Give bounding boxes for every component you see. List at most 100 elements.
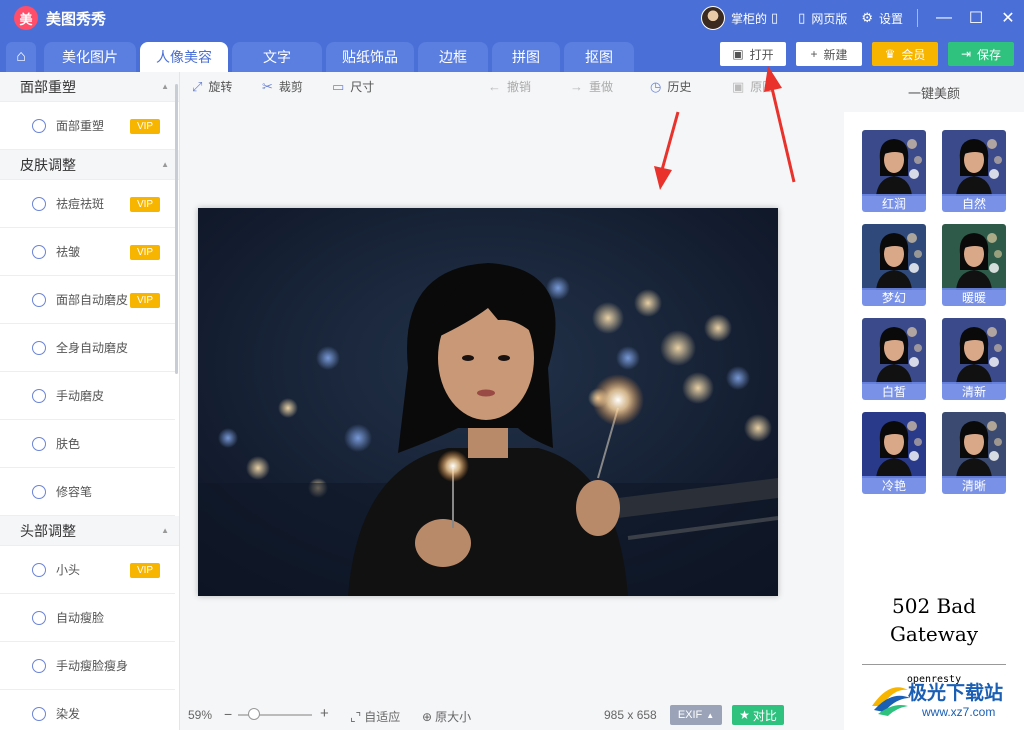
vip-badge: VIP xyxy=(130,293,160,308)
site-watermark: 极光下载站 www.xz7.com xyxy=(868,672,1018,724)
new-button[interactable]: + 新建 xyxy=(796,42,862,66)
sidebar-item-body-smooth[interactable]: 全身自动磨皮 xyxy=(0,324,175,372)
preset-label[interactable]: 冷艳 xyxy=(862,476,926,494)
close-button[interactable]: ✕ xyxy=(992,0,1024,36)
sidebar-item-acne[interactable]: 祛痘祛斑 VIP xyxy=(0,180,175,228)
preset-rosy[interactable]: 红润 xyxy=(862,130,926,212)
divider xyxy=(917,9,918,27)
preset-thumbnail xyxy=(942,412,1006,478)
sidebar-item-manual-slim[interactable]: 手动瘦脸瘦身 xyxy=(0,642,175,690)
tab-collage[interactable]: 拼图 xyxy=(492,42,560,72)
error-message: 502 Bad Gateway xyxy=(889,594,979,646)
preset-dreamy[interactable]: 梦幻 xyxy=(862,224,926,306)
sidebar-scrollbar[interactable] xyxy=(175,84,178,374)
redo-icon: → xyxy=(570,79,583,94)
sidebar-item-manual-smooth[interactable]: 手动磨皮 xyxy=(0,372,175,420)
brush-icon xyxy=(32,484,46,499)
image-icon: ▣ xyxy=(732,47,744,61)
sidebar-item-skin-tone[interactable]: 肤色 xyxy=(0,420,175,468)
compare-button[interactable]: ★ 对比 xyxy=(732,705,784,725)
sidebar-item-wrinkle[interactable]: 祛皱 VIP xyxy=(0,228,175,276)
vip-badge: VIP xyxy=(130,119,160,134)
preset-thumbnail xyxy=(862,318,926,384)
preset-label[interactable]: 梦幻 xyxy=(862,288,926,306)
sidebar-item-auto-slim-face[interactable]: 自动瘦脸 xyxy=(0,594,175,642)
tab-text[interactable]: 文字 xyxy=(232,42,322,72)
redo-button[interactable]: → 重做 xyxy=(570,78,613,95)
avatar[interactable] xyxy=(700,6,725,30)
preset-cool[interactable]: 冷艳 xyxy=(862,412,926,494)
original-size-button[interactable]: ⊕ 原大小 xyxy=(422,708,471,725)
palette-icon xyxy=(32,436,46,451)
crown-icon: ♛ xyxy=(884,47,896,61)
section-face-reshape[interactable]: 面部重塑 ▲ xyxy=(0,72,179,102)
collapse-icon[interactable]: ▲ xyxy=(161,160,169,169)
preset-label[interactable]: 暖暖 xyxy=(942,288,1006,306)
portrait-photo xyxy=(198,208,778,596)
zoom-slider-thumb[interactable] xyxy=(248,708,260,720)
skin-icon xyxy=(32,388,46,403)
sidebar-item-small-head[interactable]: 小头 VIP xyxy=(0,546,175,594)
vip-badge: VIP xyxy=(130,197,160,212)
tab-stickers[interactable]: 贴纸饰品 xyxy=(326,42,414,72)
maximize-button[interactable]: ☐ xyxy=(960,0,992,36)
face-icon xyxy=(32,244,46,259)
face-slim-icon xyxy=(32,658,46,673)
clock-icon: ◷ xyxy=(650,78,662,94)
vip-badge: VIP xyxy=(130,563,160,578)
minimize-button[interactable]: — xyxy=(928,0,960,36)
tab-borders[interactable]: 边框 xyxy=(418,42,488,72)
image-dimensions: 985 x 658 xyxy=(604,708,657,722)
user-menu-icon[interactable]: ▯ xyxy=(771,10,778,26)
web-version-link[interactable]: ▯ 网页版 xyxy=(798,10,847,27)
preset-thumbnail xyxy=(942,130,1006,196)
face-icon xyxy=(32,118,46,133)
save-button[interactable]: ⇥ 保存 xyxy=(948,42,1014,66)
settings-button[interactable]: ⚙ 设置 xyxy=(861,10,903,27)
zoom-out-button[interactable]: − xyxy=(224,706,232,722)
skin-icon xyxy=(32,292,46,307)
tab-beautify[interactable]: 美化图片 xyxy=(44,42,136,72)
preset-thumbnail xyxy=(942,318,1006,384)
sidebar-item-face-reshape[interactable]: 面部重塑 VIP xyxy=(0,102,175,150)
preset-fresh[interactable]: 清新 xyxy=(942,318,1006,400)
sidebar-item-hair-dye[interactable]: 染发 xyxy=(0,690,175,730)
panel-title: 一键美颜 xyxy=(844,72,1024,112)
crop-button[interactable]: ✂ 裁剪 xyxy=(262,78,303,95)
sidebar-item-contour-pen[interactable]: 修容笔 xyxy=(0,468,175,516)
preset-label[interactable]: 白皙 xyxy=(862,382,926,400)
preset-label[interactable]: 自然 xyxy=(942,194,1006,212)
preset-label[interactable]: 清晰 xyxy=(942,476,1006,494)
home-icon[interactable]: ⌂ xyxy=(6,42,36,72)
preset-warm[interactable]: 暖暖 xyxy=(942,224,1006,306)
section-head[interactable]: 头部调整 ▲ xyxy=(0,516,179,546)
image-icon: ▣ xyxy=(732,78,745,94)
divider xyxy=(862,664,1006,665)
fit-button[interactable]: ⌞⌝ 自适应 xyxy=(350,708,400,725)
sidebar-item-face-smooth[interactable]: 面部自动磨皮 VIP xyxy=(0,276,175,324)
vip-button[interactable]: ♛ 会员 xyxy=(872,42,938,66)
resize-button[interactable]: ▭ 尺寸 xyxy=(332,78,374,95)
user-name[interactable]: 掌柜的 xyxy=(731,10,767,27)
zoom-in-button[interactable]: + xyxy=(320,705,329,722)
preset-clear[interactable]: 清晰 xyxy=(942,412,1006,494)
preset-thumbnail xyxy=(862,130,926,196)
open-button[interactable]: ▣ 打开 xyxy=(720,42,786,66)
collapse-icon[interactable]: ▲ xyxy=(161,526,169,535)
exif-button[interactable]: EXIF ▲ xyxy=(670,705,722,725)
preset-label[interactable]: 清新 xyxy=(942,382,1006,400)
tab-cutout[interactable]: 抠图 xyxy=(564,42,634,72)
history-button[interactable]: ◷ 历史 xyxy=(650,78,691,95)
section-skin[interactable]: 皮肤调整 ▲ xyxy=(0,150,179,180)
preset-fair[interactable]: 白皙 xyxy=(862,318,926,400)
undo-button[interactable]: ← 撤销 xyxy=(488,78,531,95)
preset-label[interactable]: 红润 xyxy=(862,194,926,212)
collapse-icon[interactable]: ▲ xyxy=(161,82,169,91)
preset-thumbnail xyxy=(862,412,926,478)
rotate-button[interactable]: ⤢ 旋转 xyxy=(192,78,232,95)
tab-portrait[interactable]: 人像美容 xyxy=(140,42,228,72)
tab-bar: ⌂ 美化图片 人像美容 文字 贴纸饰品 边框 拼图 抠图 xyxy=(0,36,1024,72)
user-profile[interactable]: 掌柜的 ▯ xyxy=(700,6,784,30)
preset-natural[interactable]: 自然 xyxy=(942,130,1006,212)
photo-preview[interactable] xyxy=(198,208,778,596)
